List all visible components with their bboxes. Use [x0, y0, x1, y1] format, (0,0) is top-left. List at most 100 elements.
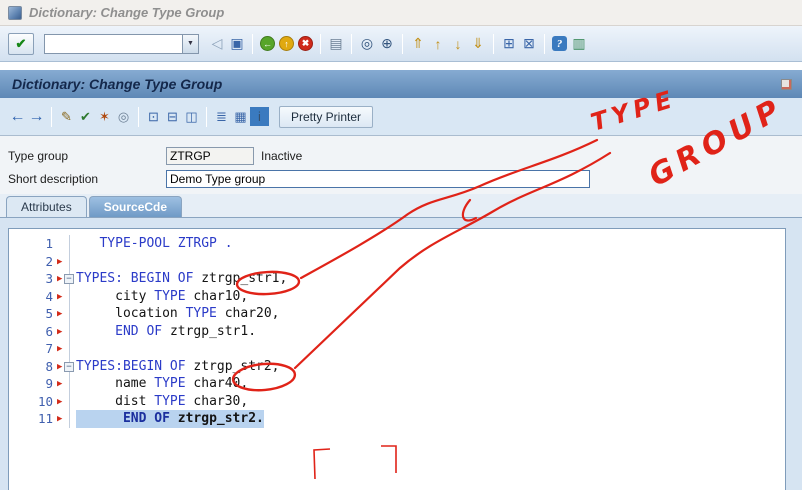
code-cell: [69, 340, 785, 358]
type-group-row: Type group Inactive: [8, 145, 802, 167]
table-settings-icon[interactable]: ▦: [231, 107, 250, 126]
previous-object-icon[interactable]: ←: [8, 107, 27, 126]
line-marker-icon: ▶: [57, 379, 63, 389]
code-cell: name TYPE char40,: [69, 375, 785, 393]
first-page-icon[interactable]: ⇑: [408, 34, 428, 54]
refresh-icon[interactable]: ◎: [114, 107, 133, 126]
editor-line[interactable]: 11 ▶ END OF ztrgp_str2.: [9, 410, 785, 428]
chevron-down-icon[interactable]: ▼: [182, 33, 199, 54]
hierarchy-icon[interactable]: ≣: [212, 107, 231, 126]
sap-gui-window: Dictionary: Change Type Group ✔ ▼ ◁ ▣ ← ↑ ✖ ▤…: [0, 0, 802, 490]
fold-collapse-icon[interactable]: −: [64, 361, 74, 372]
last-page-icon[interactable]: ⇓: [468, 34, 488, 54]
next-object-icon[interactable]: →: [27, 107, 46, 126]
page-up-icon[interactable]: ↑: [428, 34, 448, 54]
code-text: dist TYPE char30,: [76, 393, 249, 409]
info-icon[interactable]: i: [250, 107, 269, 126]
window-control-icon[interactable]: [781, 78, 792, 90]
code-cell: location TYPE char20,: [69, 305, 785, 323]
help-icon[interactable]: ?: [552, 36, 567, 51]
code-cell: END OF ztrgp_str1.: [69, 322, 785, 340]
find-icon[interactable]: ◎: [357, 34, 377, 54]
code-text: TYPE-POOL ZTRGP .: [76, 236, 233, 251]
back-triangle-icon[interactable]: ◁: [207, 34, 227, 54]
code-cell: dist TYPE char30,: [69, 392, 785, 410]
check-icon[interactable]: ✔: [76, 107, 95, 126]
print-icon[interactable]: ▤: [326, 34, 346, 54]
code-cell: TYPE-POOL ZTRGP .: [69, 235, 785, 253]
line-number: 4: [45, 288, 53, 304]
editor-line[interactable]: 3 ▶ − TYPES: BEGIN OF ztrgp_str1,: [9, 270, 785, 288]
line-number: 8: [45, 358, 53, 374]
code-cell: − TYPES:BEGIN OF ztrgp_str2,: [64, 357, 785, 375]
command-field[interactable]: [44, 33, 182, 54]
line-marker-icon: ▶: [57, 414, 63, 424]
standard-toolbar-icons: ◁ ▣ ← ↑ ✖ ▤ ◎ ⊕ ⇑ ↑ ↓ ⇓ ⊞ ⊠? ▥: [207, 33, 589, 54]
line-number: 10: [37, 393, 53, 409]
tab-sourcecde[interactable]: SourceCde: [88, 196, 183, 217]
toolbar-separator: [206, 106, 207, 127]
line-marker-icon: ▶: [57, 344, 63, 354]
window-title: Dictionary: Change Type Group: [29, 5, 225, 20]
toolbar-separator: [402, 33, 403, 54]
short-description-row: Short description: [8, 168, 802, 190]
line-marker-icon: ▶: [57, 256, 63, 267]
tab-strip: Attributes SourceCde: [0, 194, 802, 218]
cancel-icon[interactable]: ✖: [298, 36, 313, 51]
fold-collapse-icon[interactable]: −: [64, 274, 74, 284]
editor-line[interactable]: 4 ▶ city TYPE char10,: [9, 287, 785, 305]
editor-line[interactable]: 9 ▶ name TYPE char40,: [9, 375, 785, 393]
editor-line[interactable]: 10 ▶ dist TYPE char30,: [9, 392, 785, 410]
editor-line[interactable]: 6 ▶ END OF ztrgp_str1.: [9, 322, 785, 340]
code-cell: − TYPES: BEGIN OF ztrgp_str1,: [64, 270, 785, 288]
line-marker-icon: ▶: [57, 326, 63, 337]
application-toolbar-icons: ← → ✎ ✔ ✶ ◎ ⊡ ⊟ ◫ ≣ ▦ i: [8, 106, 269, 127]
line-number: 9: [45, 376, 53, 391]
status-text: Inactive: [261, 149, 303, 163]
toolbar-separator: [51, 106, 52, 127]
object-list-icon[interactable]: ⊟: [163, 107, 182, 126]
type-group-label: Type group: [8, 149, 69, 163]
editor-line[interactable]: 7 ▶: [9, 340, 785, 358]
application-toolbar: ← → ✎ ✔ ✶ ◎ ⊡ ⊟ ◫ ≣ ▦ i Pretty Printer: [0, 98, 802, 136]
editor-line[interactable]: 2 ▶: [9, 252, 785, 270]
screen-title: Dictionary: Change Type Group: [12, 76, 223, 92]
code-text: name TYPE char40,: [76, 376, 249, 391]
display-change-icon[interactable]: ✎: [57, 107, 76, 126]
new-session-icon[interactable]: ⊞: [499, 34, 519, 54]
enter-icon[interactable]: ✔: [8, 32, 34, 55]
tab-attributes[interactable]: Attributes: [6, 196, 87, 217]
abap-source-editor[interactable]: 1 TYPE-POOL ZTRGP . 2 ▶ 3 ▶ − TYPES: BEGIN OF …: [8, 228, 786, 490]
code-cell: [69, 252, 785, 270]
editor-lines: 1 TYPE-POOL ZTRGP . 2 ▶ 3 ▶ − TYPES: BEGIN OF …: [9, 235, 785, 428]
toolbar-separator: [138, 106, 139, 127]
where-used-icon[interactable]: ⊡: [144, 107, 163, 126]
toolbar-separator: [351, 33, 352, 54]
back-icon[interactable]: ←: [260, 36, 275, 51]
pretty-printer-button[interactable]: Pretty Printer: [279, 105, 374, 128]
activate-icon[interactable]: ✶: [95, 107, 114, 126]
navigation-icon[interactable]: ◫: [182, 107, 201, 126]
type-group-field[interactable]: [166, 147, 254, 165]
exit-icon[interactable]: ↑: [279, 36, 294, 51]
editor-line[interactable]: 8 ▶ − TYPES:BEGIN OF ztrgp_str2,: [9, 357, 785, 375]
editor-line[interactable]: 5 ▶ location TYPE char20,: [9, 305, 785, 323]
line-number: 2: [45, 253, 53, 269]
save-icon[interactable]: ▣: [227, 34, 247, 54]
code-text: TYPES: BEGIN OF ztrgp_str1,: [76, 271, 288, 286]
short-description-field[interactable]: [166, 170, 590, 188]
source-tab-panel: 1 TYPE-POOL ZTRGP . 2 ▶ 3 ▶ − TYPES: BEGIN OF …: [0, 218, 802, 490]
line-number: 5: [45, 306, 53, 321]
find-next-icon[interactable]: ⊕: [377, 34, 397, 54]
toolbar-separator: [252, 33, 253, 54]
toolbar-separator: [493, 33, 494, 54]
line-marker-icon: ▶: [57, 309, 63, 319]
code-text: END OF ztrgp_str1.: [115, 323, 257, 339]
editor-line[interactable]: 1 TYPE-POOL ZTRGP .: [9, 235, 785, 253]
page-down-icon[interactable]: ↓: [448, 34, 468, 54]
standard-toolbar: ✔ ▼ ◁ ▣ ← ↑ ✖ ▤ ◎ ⊕ ⇑ ↑ ↓ ⇓ ⊞ ⊠? ▥: [0, 26, 802, 62]
line-number: 3: [45, 271, 53, 286]
command-combobox: ▼: [44, 33, 199, 54]
create-shortcut-icon[interactable]: ⊠: [519, 34, 539, 54]
layout-menu-icon[interactable]: ▥: [569, 34, 589, 54]
